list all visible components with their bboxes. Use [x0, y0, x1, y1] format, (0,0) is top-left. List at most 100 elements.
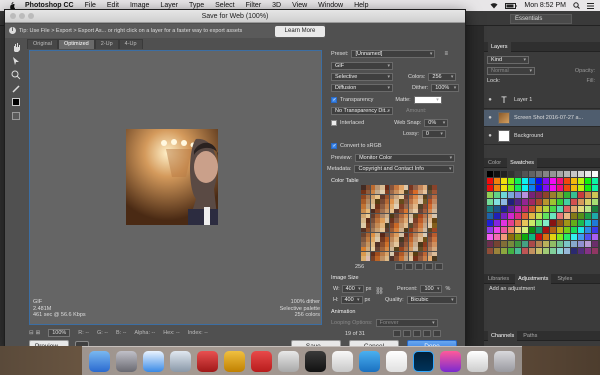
swatch[interactable] [515, 206, 521, 212]
kind-filter-dropdown[interactable]: Kind [487, 56, 529, 64]
swatch[interactable] [578, 227, 584, 233]
menu-file[interactable]: File [85, 2, 96, 9]
delete-color-button[interactable] [435, 263, 443, 270]
swatch[interactable] [564, 192, 570, 198]
swatch[interactable] [564, 206, 570, 212]
swatch[interactable] [550, 241, 556, 247]
swatch[interactable] [494, 171, 500, 177]
settings-menu-icon[interactable]: ≡ [444, 51, 448, 57]
swatch[interactable] [585, 234, 591, 240]
swatch[interactable] [529, 192, 535, 198]
matte-dropdown[interactable] [413, 96, 442, 104]
swatch[interactable] [550, 185, 556, 191]
swatch[interactable] [529, 185, 535, 191]
menu-app[interactable]: Photoshop CC [25, 2, 74, 9]
swatch[interactable] [550, 248, 556, 254]
menu-icon[interactable] [587, 2, 594, 9]
swatch[interactable] [515, 220, 521, 226]
swatch[interactable] [529, 241, 535, 247]
swatch[interactable] [501, 178, 507, 184]
swatch[interactable] [571, 234, 577, 240]
visibility-eye-icon[interactable]: ● [484, 133, 496, 139]
first-frame-button[interactable] [393, 330, 401, 337]
swatch[interactable] [536, 206, 542, 212]
interlaced-checkbox[interactable] [331, 120, 337, 126]
new-color-button[interactable] [425, 263, 433, 270]
menu-layer[interactable]: Layer [160, 2, 178, 9]
swatch[interactable] [487, 234, 493, 240]
swatch[interactable] [550, 206, 556, 212]
swatch[interactable] [529, 206, 535, 212]
swatch[interactable] [501, 171, 507, 177]
swatch[interactable] [543, 227, 549, 233]
quality-dropdown[interactable]: Bicubic [406, 296, 457, 304]
swatch[interactable] [543, 171, 549, 177]
swatch[interactable] [557, 227, 563, 233]
photoshop-icon[interactable] [413, 350, 434, 372]
swatch[interactable] [501, 213, 507, 219]
lock-color-button[interactable] [415, 263, 423, 270]
swatch[interactable] [578, 178, 584, 184]
swatch[interactable] [592, 248, 598, 254]
swatch[interactable] [557, 213, 563, 219]
swatch[interactable] [557, 241, 563, 247]
swatch[interactable] [501, 248, 507, 254]
swatch[interactable] [571, 171, 577, 177]
close-button[interactable] [10, 13, 16, 19]
swatch[interactable] [571, 178, 577, 184]
websnap-dropdown[interactable]: 0% [424, 119, 449, 127]
menu-type[interactable]: Type [189, 2, 204, 9]
transparency-checkbox[interactable] [331, 97, 337, 103]
trash-icon[interactable] [494, 350, 515, 372]
tab-adjustments[interactable]: Adjustments [515, 273, 552, 284]
swatch[interactable] [536, 227, 542, 233]
lossy-dropdown[interactable]: 0 [421, 130, 446, 138]
swatch[interactable] [536, 178, 542, 184]
swatch[interactable] [501, 241, 507, 247]
swatch[interactable] [494, 185, 500, 191]
typora-icon[interactable] [332, 350, 353, 372]
metadata-dropdown[interactable]: Copyright and Contact Info [354, 165, 455, 173]
tab-swatches[interactable]: Swatches [507, 157, 538, 168]
swatch[interactable] [550, 192, 556, 198]
swatch[interactable] [571, 220, 577, 226]
finder-icon[interactable] [89, 350, 110, 372]
battery-icon[interactable] [505, 2, 517, 9]
swatch[interactable] [543, 241, 549, 247]
swatch[interactable] [508, 234, 514, 240]
swatch[interactable] [501, 227, 507, 233]
color-table-cell[interactable] [432, 256, 437, 261]
swatch[interactable] [578, 213, 584, 219]
swatch[interactable] [543, 178, 549, 184]
swatch[interactable] [536, 192, 542, 198]
swatch[interactable] [529, 171, 535, 177]
dither-algorithm-dropdown[interactable]: Diffusion [331, 84, 393, 92]
swatch[interactable] [487, 206, 493, 212]
swatch[interactable] [487, 227, 493, 233]
swatch[interactable] [529, 248, 535, 254]
swatch[interactable] [571, 199, 577, 205]
menu-view[interactable]: View [292, 2, 307, 9]
swatch[interactable] [585, 206, 591, 212]
previous-frame-button[interactable] [403, 330, 411, 337]
minimize-button[interactable] [19, 13, 25, 19]
swatch[interactable] [592, 234, 598, 240]
swatch[interactable] [571, 241, 577, 247]
map-color-button[interactable] [395, 263, 403, 270]
swatch[interactable] [543, 192, 549, 198]
swatch[interactable] [494, 220, 500, 226]
link-dimensions-icon[interactable]: ⛓ [375, 287, 384, 295]
swatch[interactable] [550, 178, 556, 184]
swatch[interactable] [508, 178, 514, 184]
swatch[interactable] [571, 192, 577, 198]
swatch[interactable] [550, 220, 556, 226]
swatch[interactable] [501, 185, 507, 191]
swatch[interactable] [515, 234, 521, 240]
swatch[interactable] [571, 185, 577, 191]
system-preferences-icon[interactable] [116, 350, 137, 372]
swatch[interactable] [585, 220, 591, 226]
swatch[interactable] [522, 241, 528, 247]
swatch[interactable] [557, 220, 563, 226]
zoom-level-dropdown[interactable]: 100% [48, 329, 71, 337]
swatch[interactable] [501, 220, 507, 226]
